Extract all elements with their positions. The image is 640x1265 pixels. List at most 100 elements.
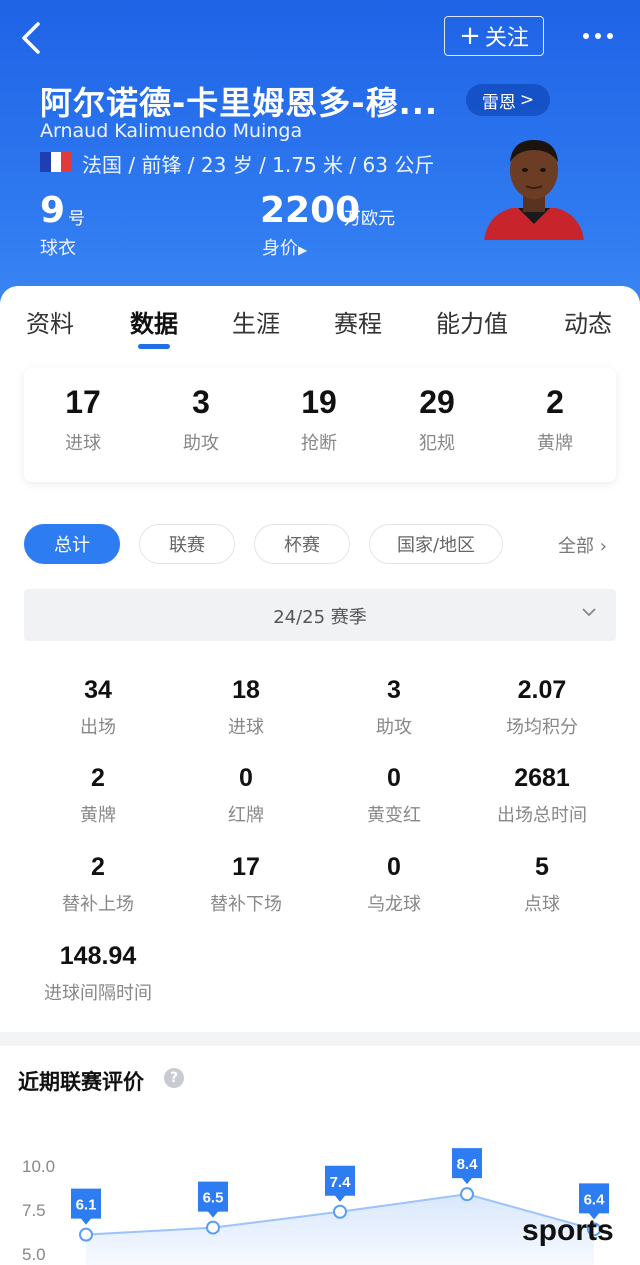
filter-cup[interactable]: 杯赛 — [254, 524, 350, 564]
tab-career[interactable]: 生涯 — [232, 304, 280, 339]
summary-value: 3 — [192, 384, 210, 420]
player-header: + 关注 阿尔诺德-卡里姆恩多-穆... Arnaud Kalimuendo M… — [0, 0, 640, 310]
stat-label: 助攻 — [376, 717, 412, 738]
stat-item: 2681 出场总时间 — [472, 764, 612, 827]
filter-total[interactable]: 总计 — [24, 524, 120, 564]
rating-section-title: 近期联赛评价 — [18, 1070, 144, 1094]
chevron-right-icon: › — [599, 536, 607, 557]
summary-tackles: 19 抢断 — [269, 384, 369, 455]
stat-value: 3 — [387, 676, 401, 704]
filter-national[interactable]: 国家/地区 — [369, 524, 503, 564]
active-tab-indicator — [138, 344, 170, 349]
stat-item: 2 替补上场 — [28, 853, 168, 916]
chevron-right-icon: > — [519, 90, 535, 110]
market-value-unit: 万欧元 — [344, 209, 395, 229]
france-flag-icon — [40, 152, 73, 172]
dot-icon — [583, 33, 589, 39]
team-link-button[interactable]: 雷恩 > — [466, 84, 550, 116]
stat-item: 5 点球 — [472, 853, 612, 916]
summary-card: 17 进球 3 助攻 19 抢断 29 犯规 2 黄牌 — [24, 368, 616, 482]
summary-label: 助攻 — [183, 433, 219, 454]
summary-yellow-cards: 2 黄牌 — [505, 384, 605, 455]
summary-value: 17 — [65, 384, 101, 420]
stat-item: 3 助攻 — [324, 676, 464, 739]
market-value-label: 身价 — [262, 238, 298, 259]
stat-label: 点球 — [524, 894, 560, 915]
stat-label: 出场 — [80, 717, 116, 738]
season-selector[interactable]: 24/25 赛季 — [24, 589, 616, 641]
filter-league[interactable]: 联赛 — [139, 524, 235, 564]
rating-value-label: 8.4 — [457, 1156, 479, 1173]
filter-all-button[interactable]: 全部 › — [558, 532, 607, 558]
caret-right-icon: ▶ — [298, 243, 308, 257]
stat-item: 17 替补下场 — [176, 853, 316, 916]
stat-value: 2 — [91, 764, 105, 792]
stat-value: 0 — [239, 764, 253, 792]
stat-value: 2.07 — [517, 676, 567, 704]
stat-item: 2 黄牌 — [28, 764, 168, 827]
summary-label: 进球 — [65, 433, 101, 454]
season-label: 24/25 赛季 — [273, 607, 367, 628]
stat-value: 34 — [84, 676, 112, 704]
stat-item: 34 出场 — [28, 676, 168, 739]
rating-value-label: 7.4 — [330, 1174, 352, 1191]
stat-label: 场均积分 — [506, 717, 578, 738]
dot-icon — [607, 33, 613, 39]
back-button[interactable] — [16, 18, 52, 58]
more-options-button[interactable] — [578, 24, 618, 48]
stat-value: 17 — [232, 853, 260, 881]
follow-button[interactable]: + 关注 — [444, 16, 544, 56]
stat-item: 18 进球 — [176, 676, 316, 739]
jersey-number: 9 — [40, 190, 66, 231]
stat-item: 148.94 进球间隔时间 — [28, 942, 168, 1005]
stat-label: 替补上场 — [62, 894, 134, 915]
help-icon[interactable]: ? — [164, 1068, 184, 1088]
tab-ability[interactable]: 能力值 — [436, 304, 508, 339]
tab-news[interactable]: 动态 — [564, 304, 612, 339]
stat-value: 5 — [535, 853, 549, 881]
rating-point — [206, 1220, 220, 1235]
y-tick-label: 7.5 — [22, 1201, 46, 1220]
tab-schedule[interactable]: 赛程 — [334, 304, 382, 339]
player-english-name: Arnaud Kalimuendo Muinga — [40, 120, 303, 142]
stat-value: 2 — [91, 853, 105, 881]
rating-point — [460, 1187, 474, 1202]
rating-point — [79, 1227, 93, 1242]
content-panel: 资料 数据 生涯 赛程 能力值 动态 17 进球 3 助攻 19 抢断 29 犯… — [0, 286, 640, 1265]
summary-value: 19 — [301, 384, 337, 420]
summary-fouls: 29 犯规 — [387, 384, 487, 455]
section-divider — [0, 1032, 640, 1046]
stat-item: 0 红牌 — [176, 764, 316, 827]
stat-value: 148.94 — [59, 942, 137, 970]
stat-value: 18 — [232, 676, 260, 704]
stat-value: 0 — [387, 764, 401, 792]
stat-item: 0 乌龙球 — [324, 853, 464, 916]
y-tick-label: 5.0 — [22, 1245, 46, 1264]
jersey-unit: 号 — [68, 209, 85, 229]
player-name: 阿尔诺德-卡里姆恩多-穆... — [40, 84, 439, 122]
watermark: sports — [522, 1214, 614, 1247]
tab-data[interactable]: 数据 — [130, 304, 178, 339]
jersey-label: 球衣 — [40, 238, 76, 259]
summary-label: 犯规 — [419, 433, 455, 454]
stat-item: 2.07 场均积分 — [472, 676, 612, 739]
summary-value: 29 — [419, 384, 455, 420]
stat-label: 黄牌 — [80, 805, 116, 826]
market-value-link[interactable]: 身价▶ — [262, 234, 307, 260]
player-info-line: 法国 / 前锋 / 23 岁 / 1.75 米 / 63 公斤 — [82, 153, 435, 177]
summary-value: 2 — [546, 384, 564, 420]
chevron-down-icon — [582, 608, 596, 617]
tab-profile[interactable]: 资料 — [26, 304, 74, 339]
rating-value-label: 6.4 — [584, 1191, 606, 1208]
stat-value: 0 — [387, 853, 401, 881]
filter-all-label: 全部 — [558, 536, 594, 557]
summary-assists: 3 助攻 — [151, 384, 251, 455]
rating-point — [333, 1204, 347, 1219]
stat-item: 0 黄变红 — [324, 764, 464, 827]
player-avatar — [484, 140, 584, 240]
stat-value: 2681 — [514, 764, 570, 792]
stat-label: 出场总时间 — [497, 805, 587, 826]
summary-label: 抢断 — [301, 433, 337, 454]
team-label: 雷恩 — [481, 92, 516, 113]
chevron-left-icon — [22, 22, 40, 54]
